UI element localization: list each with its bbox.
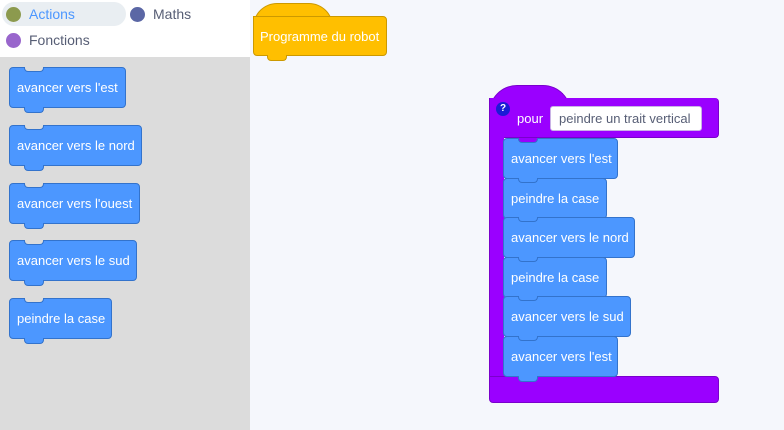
workspace-block-paint[interactable]: peindre la case xyxy=(503,178,607,224)
procedure-keyword: pour xyxy=(517,111,544,126)
help-icon[interactable]: ? xyxy=(496,102,510,116)
palette-block-south[interactable]: avancer vers le sud xyxy=(9,240,137,286)
actions-color-dot-icon xyxy=(6,6,21,22)
category-fonctions-label: Fonctions xyxy=(29,32,90,48)
category-fonctions[interactable]: Fonctions xyxy=(6,28,90,52)
workspace-block-paint[interactable]: peindre la case xyxy=(503,257,607,303)
hat-block-notch xyxy=(267,55,287,61)
palette-block-east[interactable]: avancer vers l'est xyxy=(9,67,126,113)
procedure-name-field[interactable]: peindre un trait vertical xyxy=(550,106,702,131)
palette-block-north[interactable]: avancer vers le nord xyxy=(9,125,142,171)
palette-block-paint[interactable]: peindre la case xyxy=(9,298,112,344)
category-maths[interactable]: Maths xyxy=(130,2,191,26)
workspace-block-east[interactable]: avancer vers l'est xyxy=(503,336,618,382)
workspace-block-south[interactable]: avancer vers le sud xyxy=(503,296,631,342)
maths-color-dot-icon xyxy=(130,6,145,22)
program-hat-block[interactable]: Programme du robot xyxy=(253,16,387,56)
workspace-block-east[interactable]: avancer vers l'est xyxy=(503,138,618,184)
category-actions-label: Actions xyxy=(29,6,75,22)
procedure-arm xyxy=(489,130,504,380)
category-actions[interactable]: Actions xyxy=(2,2,126,26)
workspace-block-north[interactable]: avancer vers le nord xyxy=(503,217,635,263)
fonctions-color-dot-icon xyxy=(6,32,21,48)
category-maths-label: Maths xyxy=(153,6,192,22)
palette-block-west[interactable]: avancer vers l'ouest xyxy=(9,183,140,229)
category-bar: Actions Maths Fonctions xyxy=(0,0,250,57)
